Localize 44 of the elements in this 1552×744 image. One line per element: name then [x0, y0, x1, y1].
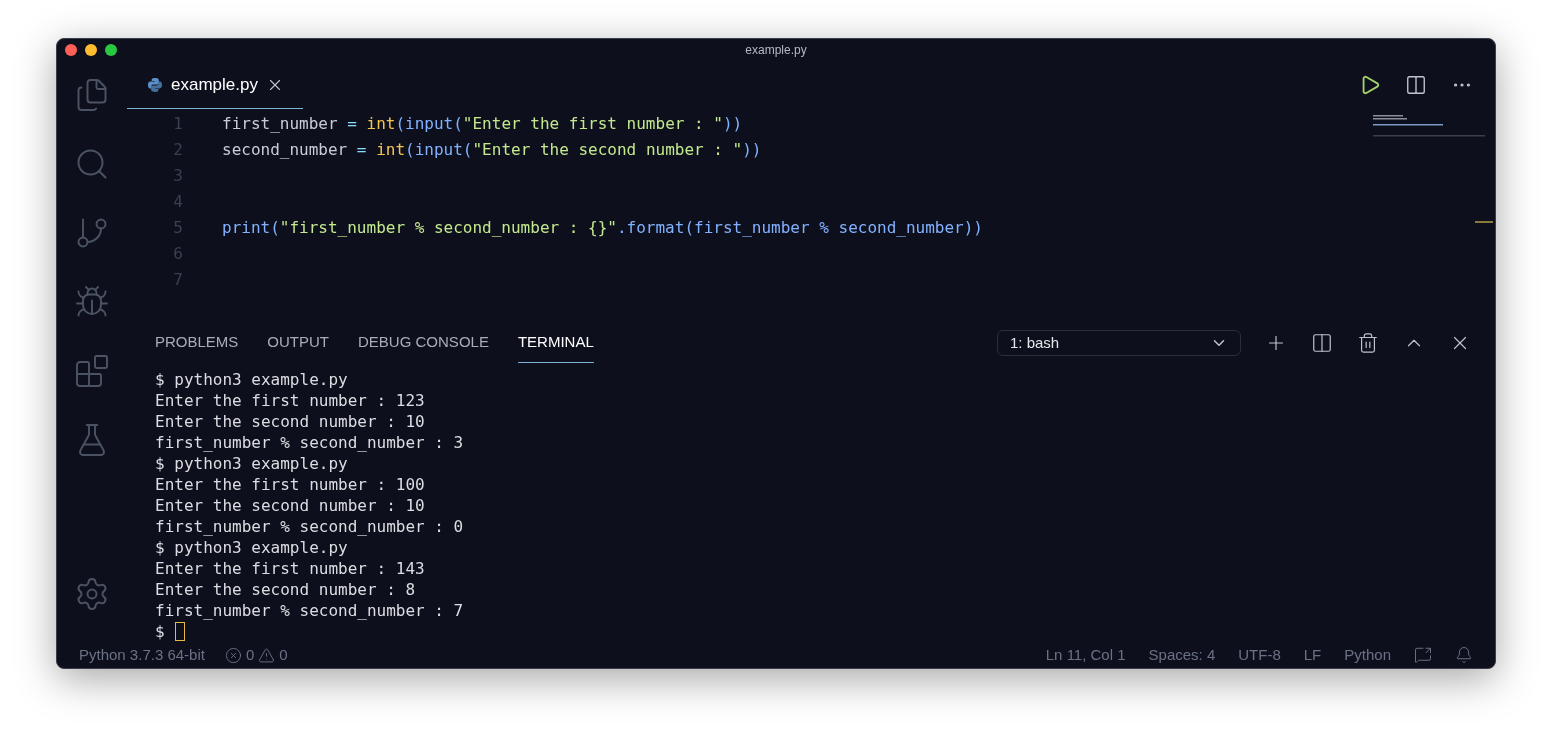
terminal-line: first_number % second_number : 7 [155, 599, 464, 622]
trash-icon[interactable] [1357, 332, 1379, 354]
feedback-icon[interactable] [1414, 646, 1432, 664]
status-item[interactable]: Ln 11, Col 1 [1045, 643, 1126, 667]
split-editor-icon[interactable] [1405, 74, 1427, 96]
interpreter-status[interactable]: Python 3.7.3 64-bit [79, 643, 205, 667]
terminal-line: first_number % second_number : 3 [155, 431, 464, 454]
blocks-icon[interactable] [74, 353, 110, 389]
terminal-line: Enter the second number : 8 [155, 578, 416, 601]
problems-status[interactable]: 0 0 [224, 643, 288, 667]
split-terminal-icon[interactable] [1311, 332, 1333, 354]
terminal-line: Enter the second number : 10 [155, 494, 425, 517]
status-item[interactable]: LF [1303, 643, 1322, 667]
python-file-icon [147, 76, 163, 93]
zoom-window-button[interactable] [105, 44, 117, 56]
terminal-line: Enter the first number : 143 [155, 557, 425, 580]
editor-tab[interactable]: example.py [127, 61, 303, 109]
overview-ruler-mark [1475, 221, 1493, 223]
code-line: second_number = int(input("Enter the second number : ")) [222, 139, 762, 161]
code-line: first_number = int(input("Enter the first number : ")) [222, 113, 743, 135]
panel-tab[interactable]: PROBLEMS [155, 323, 239, 363]
panel-tab[interactable]: OUTPUT [267, 323, 330, 363]
terminal-dropdown[interactable]: 1: bash [997, 330, 1241, 356]
panel-tab[interactable]: DEBUG CONSOLE [358, 323, 489, 363]
terminal-line: Enter the first number : 100 [155, 473, 425, 496]
terminal-line: $ python3 example.py [155, 536, 348, 559]
warning-icon [258, 646, 276, 664]
panel-tab[interactable]: TERMINAL [517, 323, 594, 363]
minimize-window-button[interactable] [85, 44, 97, 56]
terminal-line: Enter the first number : 123 [155, 389, 425, 412]
bell-icon[interactable] [1455, 646, 1473, 664]
terminal-line: $ [155, 620, 165, 643]
code-line: print("first_number % second_number : {}".format(first_number % second_number)) [222, 217, 983, 239]
terminal-line: $ python3 example.py [155, 368, 348, 391]
error-icon [224, 646, 242, 664]
status-item[interactable]: UTF-8 [1238, 643, 1281, 667]
terminal-line: Enter the second number : 10 [155, 410, 425, 433]
close-window-button[interactable] [65, 44, 77, 56]
status-item[interactable]: Spaces: 4 [1148, 643, 1216, 667]
window-title: example.py [745, 42, 807, 59]
terminal-line: $ python3 example.py [155, 452, 348, 475]
status-item[interactable]: Python [1344, 643, 1391, 667]
terminal-line: first_number % second_number : 0 [155, 515, 464, 538]
tab-label: example.py [171, 73, 258, 96]
